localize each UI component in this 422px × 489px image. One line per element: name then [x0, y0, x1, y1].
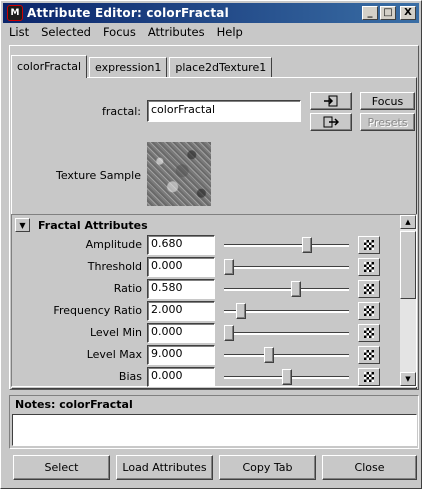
presets-button[interactable]: Presets	[360, 113, 415, 131]
amplitude-slider[interactable]	[224, 244, 349, 247]
level-min-field[interactable]: 0.000	[147, 323, 215, 343]
notes-textarea[interactable]	[12, 414, 417, 446]
menu-help[interactable]: Help	[211, 25, 249, 39]
ratio-label: Ratio	[113, 282, 142, 295]
frequency-ratio-field[interactable]: 2.000	[147, 301, 215, 321]
threshold-map-button[interactable]	[358, 258, 380, 276]
window-title: Attribute Editor: colorFractal	[27, 6, 229, 20]
notes-title: Notes: colorFractal	[15, 398, 133, 411]
frequency-ratio-map-button[interactable]	[358, 302, 380, 320]
maximize-button[interactable]: □	[380, 6, 396, 20]
node-name-label: fractal:	[102, 105, 141, 118]
checker-map-icon	[364, 306, 374, 316]
level-min-slider-thumb[interactable]	[224, 325, 234, 341]
bias-map-button[interactable]	[358, 368, 380, 386]
minimize-button[interactable]: _	[362, 6, 378, 20]
checker-map-icon	[364, 240, 374, 250]
menu-bar: List Selected Focus Attributes Help	[3, 23, 419, 41]
node-name-field[interactable]: colorFractal	[147, 100, 301, 122]
fractal-attributes-header[interactable]: ▼ Fractal Attributes	[15, 217, 148, 233]
vertical-scrollbar[interactable]: ▲ ▼	[400, 215, 416, 386]
focus-button[interactable]: Focus	[360, 92, 415, 110]
tab-place2dtexture1[interactable]: place2dTexture1	[169, 57, 273, 77]
tab-colorfractal[interactable]: colorFractal	[11, 55, 88, 78]
copy-tab-button[interactable]: Copy Tab	[219, 455, 316, 480]
attribute-editor-window: M Attribute Editor: colorFractal _ □ X L…	[0, 0, 422, 489]
scroll-up-arrow-icon[interactable]: ▲	[400, 215, 416, 229]
checker-map-icon	[364, 262, 374, 272]
amplitude-label: Amplitude	[85, 238, 142, 251]
tab-expression1[interactable]: expression1	[89, 57, 168, 77]
level-min-label: Level Min	[89, 326, 142, 339]
threshold-label: Threshold	[87, 260, 142, 273]
output-connection-icon	[323, 116, 339, 128]
threshold-field[interactable]: 0.000	[147, 257, 215, 277]
amplitude-slider-thumb[interactable]	[302, 237, 313, 253]
menu-attributes[interactable]: Attributes	[142, 25, 211, 39]
output-connection-button[interactable]	[310, 113, 352, 131]
maya-app-icon: M	[7, 5, 23, 21]
texture-sample-swatch[interactable]	[147, 142, 211, 206]
texture-sample-label: Texture Sample	[55, 169, 141, 182]
checker-map-icon	[364, 284, 374, 294]
level-max-slider-thumb[interactable]	[264, 347, 275, 363]
bias-label: Bias	[118, 370, 142, 383]
triangle-down-icon[interactable]: ▼	[15, 218, 30, 232]
level-max-label: Level Max	[86, 348, 142, 361]
ratio-field[interactable]: 0.580	[147, 279, 215, 299]
checker-map-icon	[364, 328, 374, 338]
load-attributes-button[interactable]: Load Attributes	[116, 455, 213, 480]
ratio-slider[interactable]	[224, 288, 349, 291]
level-max-map-button[interactable]	[358, 346, 380, 364]
scroll-thumb[interactable]	[400, 231, 416, 299]
input-connection-button[interactable]	[310, 92, 352, 110]
level-max-field[interactable]: 9.000	[147, 345, 215, 365]
close-window-button[interactable]: X	[400, 6, 416, 20]
threshold-slider[interactable]	[224, 266, 349, 269]
menu-focus[interactable]: Focus	[97, 25, 142, 39]
checker-map-icon	[364, 350, 374, 360]
level-min-map-button[interactable]	[358, 324, 380, 342]
title-bar[interactable]: M Attribute Editor: colorFractal _ □ X	[3, 3, 419, 23]
menu-list[interactable]: List	[3, 25, 35, 39]
ratio-map-button[interactable]	[358, 280, 380, 298]
input-connection-icon	[324, 95, 338, 107]
section-title: Fractal Attributes	[38, 218, 148, 232]
select-button[interactable]: Select	[13, 455, 110, 480]
level-max-slider[interactable]	[224, 354, 349, 357]
menu-selected[interactable]: Selected	[35, 25, 97, 39]
frequency-ratio-slider-thumb[interactable]	[235, 303, 246, 319]
threshold-slider-thumb[interactable]	[224, 259, 234, 275]
tab-bar: colorFractal expression1 place2dTexture1	[11, 55, 274, 78]
bias-slider-thumb[interactable]	[281, 369, 292, 385]
amplitude-field[interactable]: 0.680	[147, 235, 215, 255]
amplitude-map-button[interactable]	[358, 236, 380, 254]
ratio-slider-thumb[interactable]	[290, 281, 301, 297]
checker-map-icon	[364, 372, 374, 382]
close-button[interactable]: Close	[322, 455, 417, 480]
frequency-ratio-label: Frequency Ratio	[53, 304, 142, 317]
level-min-slider[interactable]	[224, 332, 349, 335]
scroll-down-arrow-icon[interactable]: ▼	[400, 372, 416, 386]
bias-field[interactable]: 0.000	[147, 367, 215, 387]
